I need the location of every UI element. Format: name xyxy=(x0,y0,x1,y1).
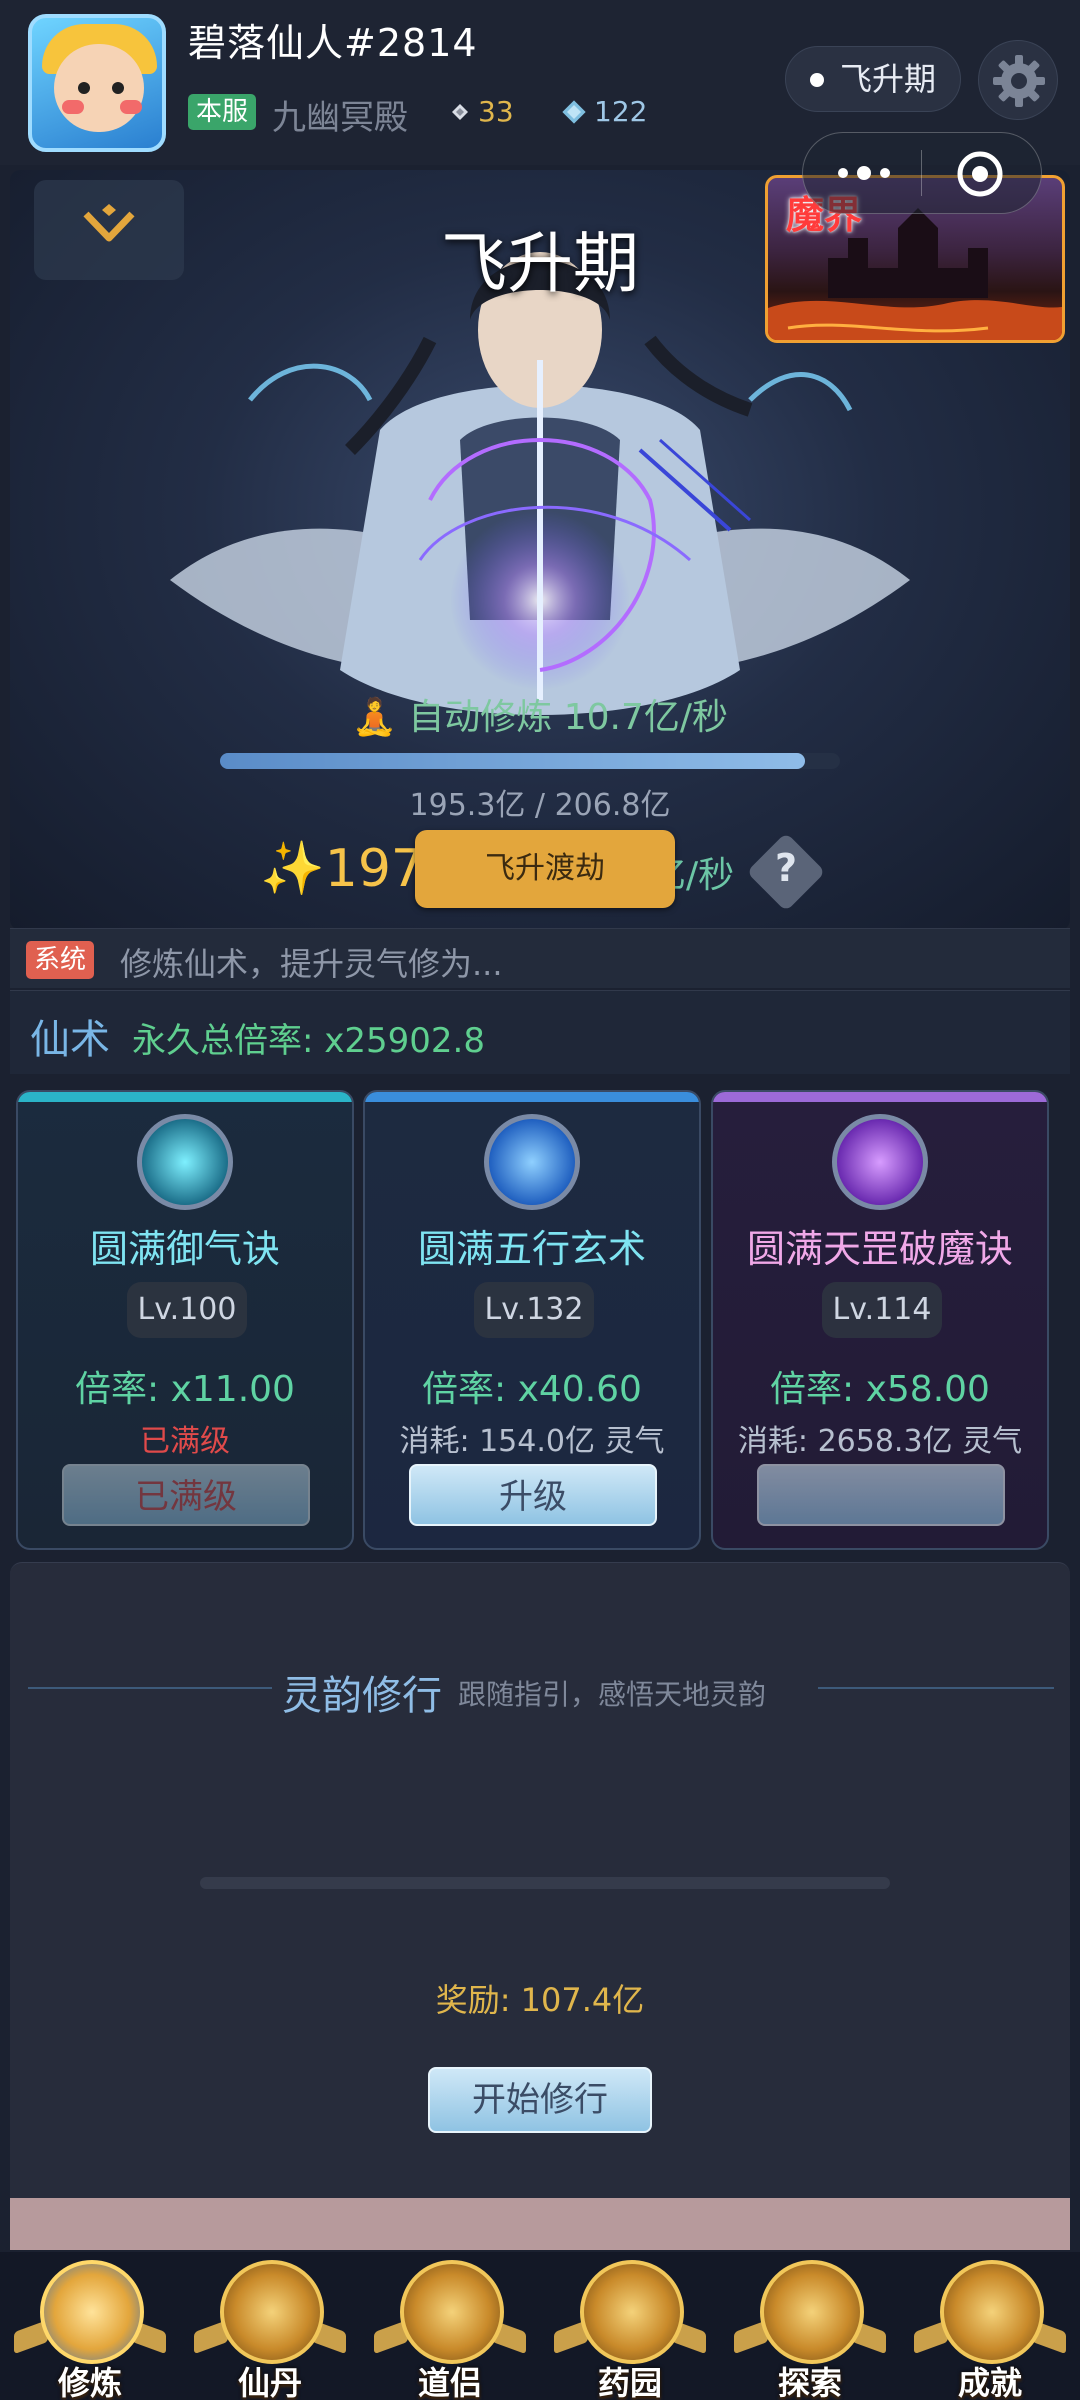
player-avatar[interactable] xyxy=(28,14,166,152)
cultivation-progress-fill xyxy=(220,753,805,769)
immortal-arts-title: 仙术 xyxy=(30,1017,110,1063)
more-options-icon[interactable] xyxy=(829,153,899,193)
miniprogram-capsule xyxy=(802,132,1042,214)
nav-achievements[interactable]: 成就 xyxy=(900,2252,1080,2400)
nav-companion[interactable]: 道侣 xyxy=(360,2252,540,2400)
server-badge: 本服 xyxy=(188,94,257,130)
art-multiplier: 倍率: x40.60 xyxy=(422,1369,642,1410)
practice-track xyxy=(200,1877,890,1889)
nav-label: 道侣 xyxy=(417,2364,482,2400)
spirit-practice-panel: 灵韵修行 跟随指引，感悟天地灵韵 奖励: 107.4亿 开始修行 xyxy=(10,1562,1070,2198)
vortex-emblem-icon xyxy=(137,1114,233,1210)
ascend-tribulation-button[interactable]: 飞升渡劫 xyxy=(415,830,675,908)
art-level: Lv.132 xyxy=(474,1282,594,1338)
divider-left xyxy=(28,1687,272,1689)
start-practice-button[interactable]: 开始修行 xyxy=(428,2067,652,2133)
art-name: 圆满五行玄术 xyxy=(417,1227,646,1271)
practice-subtitle: 跟随指引，感悟天地灵韵 xyxy=(458,1678,767,1711)
art-status: 已满级 xyxy=(140,1424,230,1459)
cultivation-rate-value: ✨197 xyxy=(260,839,424,899)
resource-1-count: 33 xyxy=(478,95,514,128)
immortal-arts-header: 仙术 永久总倍率: x25902.8 xyxy=(10,990,1070,1074)
system-message: 修炼仙术，提升灵气修为... xyxy=(120,945,503,983)
capsule-divider xyxy=(921,150,922,196)
compass-icon xyxy=(760,2260,864,2364)
nav-label: 成就 xyxy=(957,2364,1022,2400)
cultivation-progress-bar xyxy=(220,753,840,769)
realm-dot-icon xyxy=(810,73,824,87)
player-name: 碧落仙人#2814 xyxy=(188,21,478,65)
art-card-wuxing[interactable]: 圆满五行玄术 Lv.132 倍率: x40.60 消耗: 154.0亿 灵气 升… xyxy=(363,1090,701,1550)
spirit-stone-icon xyxy=(562,100,586,124)
art-cost: 消耗: 154.0亿 灵气 xyxy=(399,1424,665,1459)
trophy-icon xyxy=(940,2260,1044,2364)
jade-ticket-icon xyxy=(452,104,468,120)
companion-icon xyxy=(400,2260,504,2364)
card-accent-line xyxy=(18,1092,352,1102)
system-tag: 系统 xyxy=(26,941,95,979)
art-name: 圆满天罡破魔诀 xyxy=(746,1227,1013,1271)
art-multiplier: 倍率: x11.00 xyxy=(75,1369,295,1410)
elixir-icon xyxy=(220,2260,324,2364)
purple-orb-emblem-icon xyxy=(832,1114,928,1210)
nav-cultivate[interactable]: 修炼 xyxy=(0,2252,180,2400)
question-icon: ? xyxy=(774,846,798,890)
practice-reward: 奖励: 107.4亿 xyxy=(435,1981,645,2019)
system-message-bar: 系统 修炼仙术，提升灵气修为... xyxy=(10,928,1070,988)
nav-label: 药园 xyxy=(597,2364,662,2400)
close-miniprogram-icon[interactable] xyxy=(955,149,1005,199)
art-card-yuqi[interactable]: 圆满御气诀 Lv.100 倍率: x11.00 已满级 已满级 xyxy=(16,1090,354,1550)
panel-footer-strip xyxy=(10,2198,1070,2250)
total-multiplier: 永久总倍率: x25902.8 xyxy=(132,1021,485,1061)
nav-label: 探索 xyxy=(777,2364,842,2400)
auto-cultivate-label: 自动修炼 10.7亿/秒 xyxy=(408,697,728,738)
nav-elixir[interactable]: 仙丹 xyxy=(180,2252,360,2400)
art-multiplier: 倍率: x58.00 xyxy=(770,1369,990,1410)
resource-2-count: 122 xyxy=(594,95,648,128)
auto-cultivate-status: 🧘 自动修炼 10.7亿/秒 xyxy=(10,688,1070,740)
art-card-tiangang[interactable]: 圆满天罡破魔诀 Lv.114 倍率: x58.00 消耗: 2658.3亿 灵气 xyxy=(711,1090,1049,1550)
nav-explore[interactable]: 探索 xyxy=(720,2252,900,2400)
art-name: 圆满御气诀 xyxy=(89,1227,280,1271)
nav-herb-garden[interactable]: 药园 xyxy=(540,2252,720,2400)
cultivation-scene: 飞升期 魔界 🧘 自动修炼 10.7亿/秒 195.3亿 / 206.8亿 ✨1… xyxy=(10,170,1070,930)
gear-icon xyxy=(993,55,1045,107)
meditation-icon xyxy=(40,2260,144,2364)
card-accent-line xyxy=(713,1092,1047,1102)
sect-name: 九幽冥殿 xyxy=(272,98,408,138)
practice-title: 灵韵修行 xyxy=(282,1673,442,1719)
herb-garden-icon xyxy=(580,2260,684,2364)
art-upgrade-button-disabled[interactable] xyxy=(757,1464,1005,1526)
meditation-icon: 🧘 xyxy=(351,697,397,738)
cultivation-progress-text: 195.3亿 / 206.8亿 xyxy=(409,788,671,823)
art-upgrade-button[interactable]: 升级 xyxy=(409,1464,657,1526)
divider-right xyxy=(818,1687,1054,1689)
settings-button[interactable] xyxy=(978,40,1058,120)
nav-label: 仙丹 xyxy=(237,2364,302,2400)
art-level: Lv.114 xyxy=(822,1282,942,1338)
realm-pill-label: 飞升期 xyxy=(840,60,937,98)
bottom-navigation: 修炼 仙丹 道侣 药园 探索 成就 xyxy=(0,2252,1080,2400)
crystal-emblem-icon xyxy=(484,1114,580,1210)
art-level: Lv.100 xyxy=(127,1282,247,1338)
card-accent-line xyxy=(365,1092,699,1102)
art-maxed-button[interactable]: 已满级 xyxy=(62,1464,310,1526)
art-cost: 消耗: 2658.3亿 灵气 xyxy=(737,1424,1023,1459)
nav-label: 修炼 xyxy=(57,2364,122,2400)
